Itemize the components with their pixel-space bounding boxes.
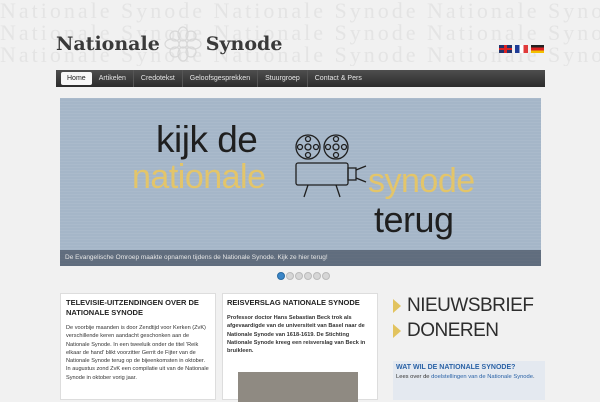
article-card-television: TELEVISIE-UITZENDINGEN OVER DE NATIONALE… <box>60 293 216 400</box>
newsletter-link[interactable]: NIEUWSBRIEF <box>393 295 534 317</box>
language-switcher <box>499 45 544 53</box>
logo-text-right: Synode <box>205 33 283 55</box>
arrow-right-icon <box>393 324 401 338</box>
logo-text-left: Nationale <box>56 33 160 55</box>
nav-item-contact-pers[interactable]: Contact & Pers <box>308 70 369 87</box>
donate-link[interactable]: DONEREN <box>393 320 499 342</box>
slider-dot[interactable] <box>313 272 321 280</box>
german-flag-icon[interactable] <box>531 45 544 53</box>
donate-label: DONEREN <box>407 320 499 341</box>
slider-line3: terug <box>374 199 454 240</box>
nav-item-home[interactable]: Home <box>61 72 92 85</box>
uk-flag-icon[interactable] <box>499 45 512 53</box>
slider-caption[interactable]: De Evangelische Omroep maakte opnamen ti… <box>60 250 541 266</box>
slider-line1: kijk de <box>156 119 258 160</box>
info-suffix: . <box>532 374 535 380</box>
slider-dot[interactable] <box>304 272 312 280</box>
article-title[interactable]: TELEVISIE-UITZENDINGEN OVER DE NATIONALE… <box>66 298 210 318</box>
article-title[interactable]: REISVERSLAG NATIONALE SYNODE <box>227 298 373 308</box>
slider-dot[interactable] <box>322 272 330 280</box>
arrow-right-icon <box>393 299 401 313</box>
nav-item-stuurgroep[interactable]: Stuurgroep <box>258 70 307 87</box>
main-navigation: Home Artikelen Credotekst Geloofsgesprek… <box>56 70 545 87</box>
article-body: De voorbije maanden is door Zendtijd voo… <box>66 325 209 381</box>
slider-line2-right: synode <box>368 162 475 200</box>
slider-dot[interactable] <box>277 272 285 280</box>
goals-link[interactable]: doelstellingen van de Nationale Synode <box>431 374 533 380</box>
info-box: WAT WIL DE NATIONALE SYNODE? Lees over d… <box>393 361 545 400</box>
flower-logo-icon <box>164 26 202 62</box>
film-projector-icon <box>295 134 367 198</box>
nav-item-artikelen[interactable]: Artikelen <box>92 70 133 87</box>
info-box-title: WAT WIL DE NATIONALE SYNODE? <box>396 364 516 371</box>
hero-slider[interactable]: kijk de nationale synode terug De Evange… <box>60 98 541 266</box>
slider-dot[interactable] <box>286 272 294 280</box>
article-photo[interactable] <box>238 372 358 402</box>
french-flag-icon[interactable] <box>515 45 528 53</box>
slider-pagination <box>277 272 330 280</box>
article-body: Professor doctor Hans Sebastian Beck tro… <box>227 315 366 355</box>
slider-line2-left: nationale <box>132 158 266 196</box>
info-prefix: Lees over de <box>396 374 432 380</box>
site-logo[interactable]: Nationale Synode <box>56 26 283 62</box>
nav-item-geloofsgesprekken[interactable]: Geloofsgesprekken <box>183 70 257 87</box>
nav-item-credotekst[interactable]: Credotekst <box>134 70 182 87</box>
newsletter-label: NIEUWSBRIEF <box>407 295 534 316</box>
slider-dot[interactable] <box>295 272 303 280</box>
info-box-text: Lees over de doelstellingen van de Natio… <box>396 373 545 381</box>
